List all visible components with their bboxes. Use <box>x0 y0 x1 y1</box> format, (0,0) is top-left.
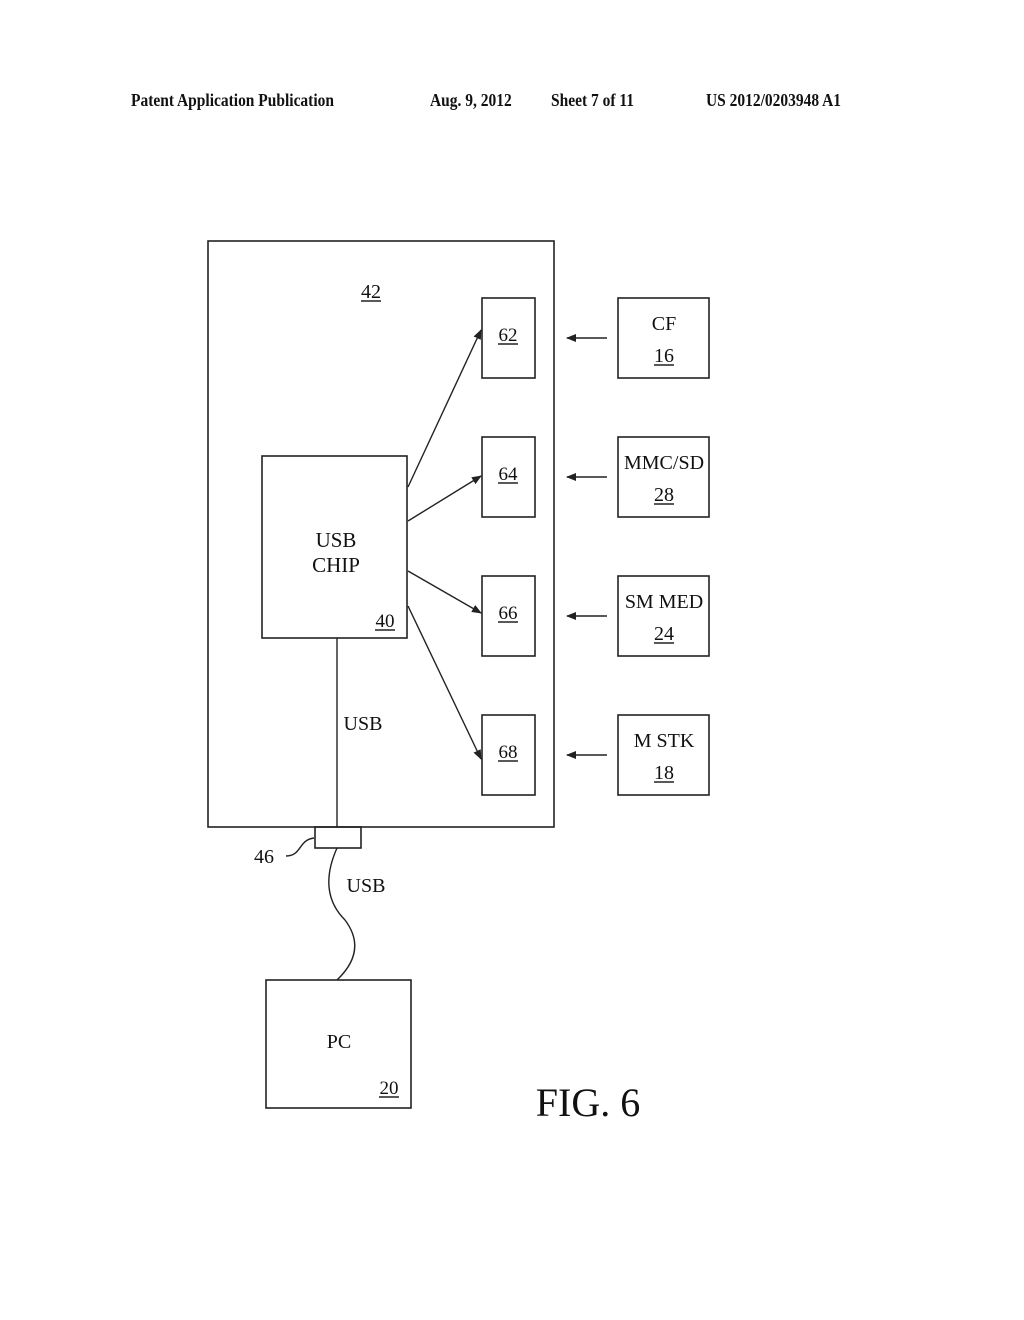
usb-cable <box>328 847 356 981</box>
usb-connector <box>314 826 362 849</box>
arrow-chip-to-66 <box>407 570 482 614</box>
arrow-chip-to-64 <box>407 475 482 522</box>
usb-chip-label-line1: USB <box>316 528 357 552</box>
media-name-label: CF <box>652 313 676 335</box>
slot-ref-label: 62 <box>499 325 518 346</box>
pc-name-label: PC <box>327 1031 351 1053</box>
media-ref-label: 16 <box>654 345 674 367</box>
pc-ref-label: 20 <box>380 1078 399 1099</box>
slot-66: 66 <box>481 575 536 657</box>
arrow-chip-to-62 <box>407 329 482 488</box>
slot-ref-label: 68 <box>499 742 518 763</box>
media-sm-med: SM MED 24 <box>617 575 710 657</box>
media-mmc-sd: MMC/SD 28 <box>617 436 710 518</box>
media-ref-label: 18 <box>654 762 674 784</box>
connector-leader-line <box>285 837 315 857</box>
connector-ref-label: 46 <box>254 846 274 868</box>
internal-usb-label: USB <box>344 713 383 735</box>
usb-chip-label-line2: CHIP <box>312 553 360 577</box>
slot-64: 64 <box>481 436 536 518</box>
media-name-label: M STK <box>634 730 695 752</box>
figure-6-diagram: 42 USB CHIP 40 62 64 66 68 CF 16 MMC/SD <box>207 240 710 1125</box>
media-cf: CF 16 <box>617 297 710 379</box>
slot-ref-label: 66 <box>499 603 518 624</box>
slot-68: 68 <box>481 714 536 796</box>
media-name-label: MMC/SD <box>624 452 704 474</box>
figure-caption: FIG. 6 <box>536 1080 640 1125</box>
media-m-stk: M STK 18 <box>617 714 710 796</box>
media-ref-label: 28 <box>654 484 674 506</box>
arrow-chip-to-68 <box>407 605 482 760</box>
slot-ref-label: 64 <box>499 464 519 485</box>
cable-usb-label: USB <box>347 875 386 897</box>
reader-ref-label: 42 <box>361 281 381 303</box>
slot-62: 62 <box>481 297 536 379</box>
media-name-label: SM MED <box>625 591 703 613</box>
media-ref-label: 24 <box>654 623 674 645</box>
usb-chip-ref-label: 40 <box>376 611 395 632</box>
